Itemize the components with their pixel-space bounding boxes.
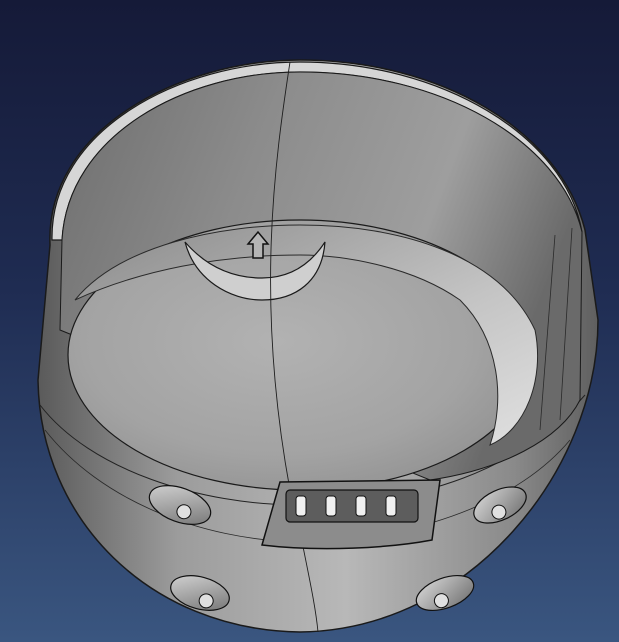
connector-pin xyxy=(355,495,367,517)
cad-viewport[interactable] xyxy=(0,0,619,642)
connector-pin xyxy=(295,495,307,517)
cad-model xyxy=(37,59,599,633)
connector-pin xyxy=(325,495,337,517)
connector-pin xyxy=(385,495,397,517)
